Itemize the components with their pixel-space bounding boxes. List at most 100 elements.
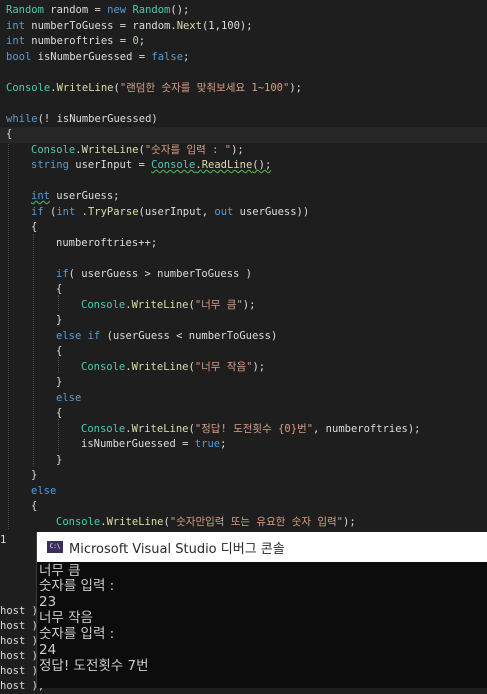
indent-guide <box>58 419 59 451</box>
code-line-16[interactable]: Console.WriteLine("너무 큼"); <box>81 298 255 314</box>
code-line-13[interactable]: numberoftries++; <box>56 236 157 252</box>
code-token: ( <box>43 206 57 218</box>
line-number: 1 <box>0 534 7 546</box>
indent-guide <box>33 234 34 466</box>
console-title: Microsoft Visual Studio 디버그 콘솔 <box>69 542 285 557</box>
code-line-11[interactable]: if (int .TryParse(userInput, out userGue… <box>31 205 309 221</box>
code-token: numberoftries++; <box>56 237 158 249</box>
code-token: "정답! 도전횟수 {0}번" <box>194 423 314 435</box>
console-output-line: 숫자를 입력 : <box>39 578 115 594</box>
code-token: Next <box>176 20 202 32</box>
code-token: (userGuess < numberToGuess) <box>100 330 278 342</box>
code-token: "랜덤한 숫자를 맞춰보세요 1~100" <box>119 82 290 94</box>
code-token: ); <box>242 299 256 311</box>
code-token: int <box>56 206 76 218</box>
code-token: (! isNumberGuessed) <box>37 113 158 125</box>
code-editor[interactable]: Random random = new Random(); int number… <box>0 0 487 532</box>
code-token: bool <box>6 51 32 63</box>
code-token: } <box>56 314 63 326</box>
code-line-9[interactable]: string userInput = Console.ReadLine(); <box>31 158 271 174</box>
code-token: "숫자를 입력 : " <box>144 144 232 156</box>
code-line-5[interactable]: Console.WriteLine("랜덤한 숫자를 맞춰보세요 1~100")… <box>6 81 302 97</box>
code-token: else <box>56 392 82 404</box>
code-line-8[interactable]: Console.WriteLine("숫자를 입력 : "); <box>31 143 244 159</box>
code-token: int <box>6 35 25 47</box>
code-token: if <box>56 268 69 280</box>
code-token: else <box>31 485 57 497</box>
code-token: ); <box>252 361 266 373</box>
code-line-25[interactable]: isNumberGuessed = true; <box>81 437 226 453</box>
code-line-21[interactable]: } <box>56 375 62 391</box>
code-token: out <box>214 206 234 218</box>
code-token: Console <box>81 299 126 311</box>
code-token: WriteLine <box>131 361 189 373</box>
code-token: ); <box>231 144 244 156</box>
code-token: false <box>151 51 184 63</box>
console-output-line: 23 <box>39 594 57 610</box>
code-line-14[interactable]: if( userGuess > numberToGuess ) <box>56 267 252 283</box>
code-line-6[interactable]: while(! isNumberGuessed) <box>6 112 158 128</box>
code-line-26[interactable]: } <box>56 453 62 469</box>
code-token: { <box>56 283 63 295</box>
code-line-15[interactable]: { <box>56 282 62 298</box>
code-line-30[interactable]: Console.WriteLine("숫자만입력 또는 유요한 숫자 입력"); <box>56 515 356 531</box>
code-line-27[interactable]: } <box>31 468 37 484</box>
code-token: , numberoftries); <box>313 423 421 435</box>
code-token: WriteLine <box>131 423 189 435</box>
code-token: WriteLine <box>81 144 139 156</box>
code-token: ); <box>343 516 356 528</box>
code-token: Random <box>6 4 44 16</box>
code-token: string <box>31 159 69 171</box>
code-token: Console <box>6 82 51 94</box>
code-line-10[interactable]: int userGuess; <box>31 189 120 205</box>
code-token: int <box>31 190 50 202</box>
console-app-icon: C:\ <box>47 541 63 553</box>
code-token: { <box>56 345 63 357</box>
background-output-panel: 1 host ); host ); host ); host ); host )… <box>0 532 44 692</box>
code-token: ( userGuess > numberToGuess ) <box>68 268 252 280</box>
indent-guide <box>8 141 9 529</box>
code-token: userGuess)) <box>233 206 310 218</box>
console-titlebar[interactable]: C:\ Microsoft Visual Studio 디버그 콘솔 <box>37 532 487 562</box>
code-token: Console <box>151 159 196 171</box>
code-line-22[interactable]: else <box>56 391 81 407</box>
code-token: ; <box>138 35 146 47</box>
console-output-line: 24 <box>39 642 57 658</box>
code-token: userInput = <box>68 159 152 171</box>
code-token: { <box>6 128 13 140</box>
code-token: random = <box>43 4 108 16</box>
code-line-28[interactable]: else <box>31 484 56 500</box>
code-line-23[interactable]: { <box>56 406 62 422</box>
code-token: WriteLine <box>56 82 114 94</box>
code-token: Console <box>81 423 126 435</box>
code-token: "숫자만입력 또는 유요한 숫자 입력" <box>169 516 343 528</box>
code-token: Random <box>132 4 171 16</box>
code-token: (); <box>252 159 272 171</box>
code-line-7[interactable]: { <box>0 127 487 143</box>
code-line-24[interactable]: Console.WriteLine("정답! 도전횟수 {0}번", numbe… <box>81 422 421 438</box>
code-token: } <box>56 454 63 466</box>
code-line-20[interactable]: Console.WriteLine("너무 작음"); <box>81 360 265 376</box>
code-token: int <box>6 20 25 32</box>
code-line-3[interactable]: int numberoftries = 0; <box>6 34 145 50</box>
code-line-19[interactable]: { <box>56 344 62 360</box>
code-line-17[interactable]: } <box>56 313 62 329</box>
code-token: Console <box>31 144 76 156</box>
code-line-1[interactable]: Random random = new Random(); <box>6 3 189 19</box>
code-token: isNumberGuessed = <box>31 51 152 63</box>
code-token: (); <box>170 4 190 16</box>
code-token: "너무 작음" <box>194 361 253 373</box>
code-line-12[interactable]: { <box>31 220 37 236</box>
code-token: (userInput, <box>138 206 215 218</box>
code-token: true <box>194 438 221 450</box>
code-token: } <box>56 376 63 388</box>
code-token: new <box>107 4 127 16</box>
code-token: while <box>6 113 38 125</box>
code-line-29[interactable]: { <box>31 499 37 515</box>
code-line-2[interactable]: int numberToGuess = random.Next(1,100); <box>6 19 253 35</box>
code-line-18[interactable]: else if (userGuess < numberToGuess) <box>56 329 277 345</box>
code-token: "너무 큼" <box>194 299 243 311</box>
code-token: (1,100); <box>201 20 253 32</box>
debug-console-window[interactable]: C:\ Microsoft Visual Studio 디버그 콘솔 너무 큼 … <box>36 532 487 688</box>
code-line-4[interactable]: bool isNumberGuessed = false; <box>6 50 189 66</box>
